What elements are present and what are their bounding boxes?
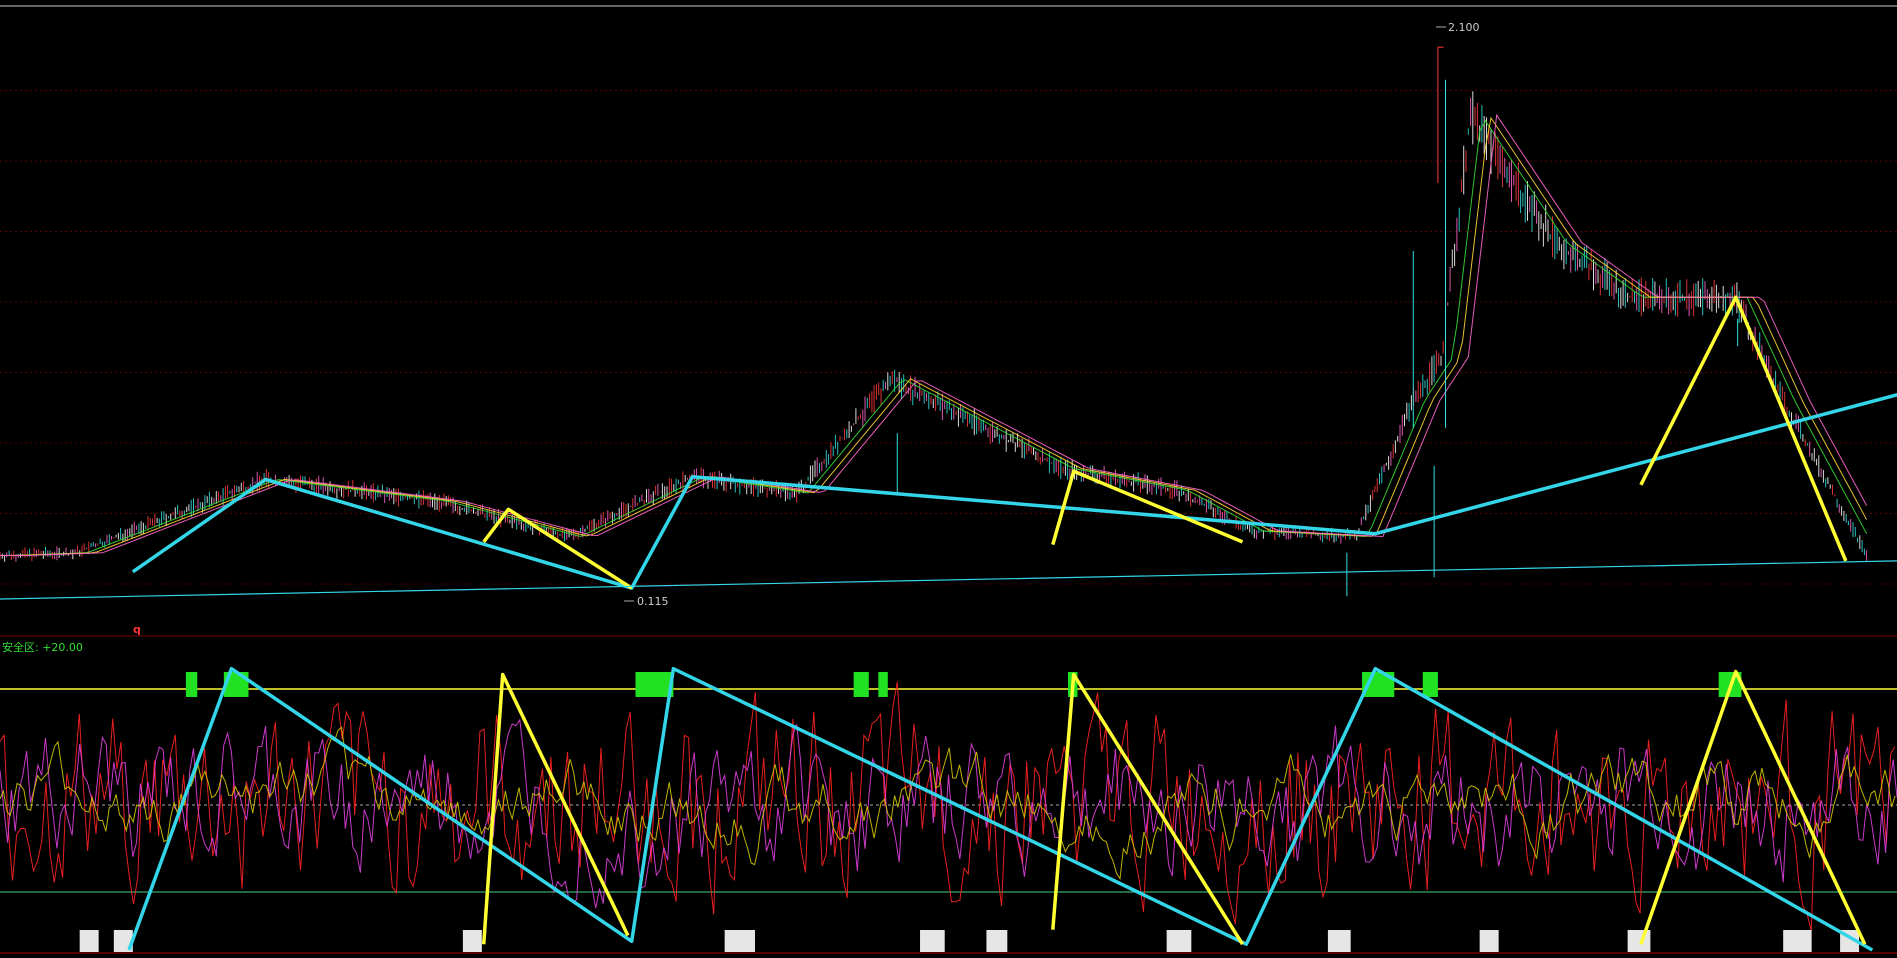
oscillator-legend: 安全区: +20.00	[2, 640, 83, 654]
q-marker: q	[133, 623, 141, 636]
sell-block	[1166, 930, 1192, 952]
low-label: 0.115	[637, 595, 669, 608]
buy-block	[1422, 672, 1438, 697]
stock-chart: 2.100 0.115 q 安全区: +20.00	[0, 0, 1897, 958]
sell-block	[920, 930, 945, 952]
sell-block	[1327, 930, 1351, 952]
buy-block	[185, 672, 198, 697]
high-label: 2.100	[1448, 21, 1480, 34]
sell-block	[1783, 930, 1812, 952]
sell-block	[1627, 930, 1651, 952]
sell-block	[79, 930, 99, 952]
sell-block	[1479, 930, 1499, 952]
sell-block	[462, 930, 482, 952]
buy-block	[878, 672, 888, 697]
sell-block	[724, 930, 756, 952]
buy-block	[853, 672, 869, 697]
sell-block	[986, 930, 1008, 952]
buy-block	[635, 672, 674, 697]
